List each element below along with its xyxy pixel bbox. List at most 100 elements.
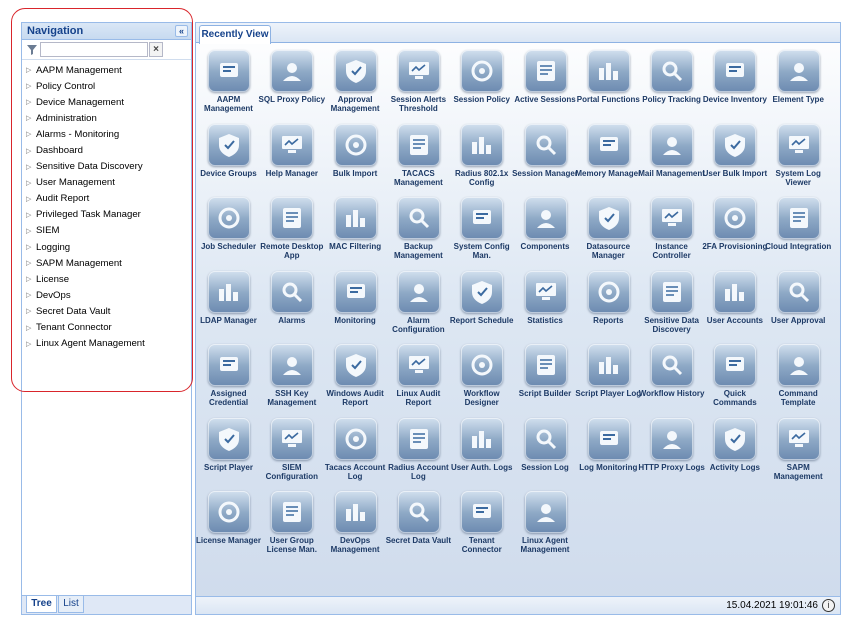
tile-button[interactable]: Session Manager xyxy=(512,120,578,192)
expand-arrow-icon[interactable]: ▷ xyxy=(26,243,36,251)
tile-button[interactable]: Session Alerts Threshold xyxy=(387,46,450,118)
nav-item[interactable]: ▷ SIEM xyxy=(22,223,191,239)
tile-button[interactable]: Active Sessions xyxy=(514,46,577,118)
tile-button[interactable]: MAC Filtering xyxy=(324,193,387,265)
nav-item[interactable]: ▷ Dashboard xyxy=(22,142,191,158)
tile-button[interactable]: Alarm Configuration xyxy=(387,267,450,339)
tile-button[interactable]: Linux Agent Management xyxy=(514,487,577,559)
tile-button[interactable]: HTTP Proxy Logs xyxy=(638,414,705,486)
nav-item[interactable]: ▷ DevOps xyxy=(22,287,191,303)
tile-button[interactable]: Device Groups xyxy=(197,120,260,192)
tile-button[interactable]: Secret Data Vault xyxy=(386,487,451,559)
tile-button[interactable]: Bulk Import xyxy=(324,120,387,192)
expand-arrow-icon[interactable]: ▷ xyxy=(26,195,36,203)
expand-arrow-icon[interactable]: ▷ xyxy=(26,291,36,299)
tile-button[interactable]: Sensitive Data Discovery xyxy=(640,267,703,339)
tile-button[interactable]: Reports xyxy=(577,267,640,339)
tile-button[interactable]: Device Inventory xyxy=(703,46,767,118)
tile-button[interactable]: 2FA Provisioning xyxy=(702,193,767,265)
tile-button[interactable]: User Bulk Import xyxy=(703,120,767,192)
nav-item[interactable]: ▷ Device Management xyxy=(22,94,191,110)
tile-button[interactable]: Script Player Log xyxy=(575,340,641,412)
tab-tree[interactable]: Tree xyxy=(26,596,57,613)
tile-button[interactable]: License Manager xyxy=(196,487,261,559)
expand-arrow-icon[interactable]: ▷ xyxy=(26,98,36,106)
expand-arrow-icon[interactable]: ▷ xyxy=(26,130,36,138)
expand-arrow-icon[interactable]: ▷ xyxy=(26,114,36,122)
tile-button[interactable]: Workflow Designer xyxy=(450,340,513,412)
tile-button[interactable]: SAPM Management xyxy=(767,414,830,486)
tile-button[interactable]: Activity Logs xyxy=(703,414,766,486)
nav-item[interactable]: ▷ Secret Data Vault xyxy=(22,303,191,319)
tile-button[interactable]: Element Type xyxy=(767,46,830,118)
tile-button[interactable]: Components xyxy=(514,193,577,265)
tile-button[interactable]: Cloud Integration xyxy=(765,193,831,265)
tile-button[interactable]: TACACS Management xyxy=(387,120,450,192)
tile-button[interactable]: DevOps Management xyxy=(324,487,387,559)
tile-button[interactable]: User Auth. Logs xyxy=(450,414,513,486)
tile-button[interactable]: Policy Tracking xyxy=(640,46,703,118)
expand-arrow-icon[interactable]: ▷ xyxy=(26,147,36,155)
tile-button[interactable]: User Approval xyxy=(767,267,830,339)
nav-item[interactable]: ▷ License xyxy=(22,271,191,287)
tile-button[interactable]: SQL Proxy Policy xyxy=(259,46,325,118)
tile-button[interactable]: Radius 802.1x Config xyxy=(450,120,513,192)
expand-arrow-icon[interactable]: ▷ xyxy=(26,259,36,267)
tile-button[interactable]: Remote Desktop App xyxy=(260,193,323,265)
tile-button[interactable]: SSH Key Management xyxy=(260,340,323,412)
tile-button[interactable]: Portal Functions xyxy=(577,46,640,118)
tile-button[interactable]: Instance Controller xyxy=(640,193,703,265)
tile-button[interactable]: Alarms xyxy=(260,267,323,339)
nav-item[interactable]: ▷ Tenant Connector xyxy=(22,320,191,336)
nav-item[interactable]: ▷ Sensitive Data Discovery xyxy=(22,159,191,175)
tile-button[interactable]: Job Scheduler xyxy=(197,193,260,265)
expand-arrow-icon[interactable]: ▷ xyxy=(26,163,36,171)
nav-item[interactable]: ▷ Logging xyxy=(22,239,191,255)
expand-arrow-icon[interactable]: ▷ xyxy=(26,66,36,74)
expand-arrow-icon[interactable]: ▷ xyxy=(26,275,36,283)
tile-button[interactable]: User Group License Man. xyxy=(260,487,323,559)
tile-button[interactable]: Session Log xyxy=(514,414,577,486)
nav-item[interactable]: ▷ AAPM Management xyxy=(22,62,191,78)
expand-arrow-icon[interactable]: ▷ xyxy=(26,82,36,90)
tile-button[interactable]: System Log Viewer xyxy=(767,120,830,192)
tile-button[interactable]: Report Schedule xyxy=(450,267,513,339)
tile-button[interactable]: Assigned Credential xyxy=(197,340,260,412)
tile-button[interactable]: System Config Man. xyxy=(450,193,513,265)
tile-button[interactable]: Help Manager xyxy=(260,120,323,192)
tile-button[interactable]: Linux Audit Report xyxy=(387,340,450,412)
tile-button[interactable]: Backup Management xyxy=(387,193,450,265)
nav-item[interactable]: ▷ SAPM Management xyxy=(22,255,191,271)
tile-button[interactable]: Memory Manager xyxy=(575,120,641,192)
tile-button[interactable]: Approval Management xyxy=(324,46,387,118)
expand-arrow-icon[interactable]: ▷ xyxy=(26,227,36,235)
tile-button[interactable]: Monitoring xyxy=(324,267,387,339)
expand-arrow-icon[interactable]: ▷ xyxy=(26,211,36,219)
tab-list[interactable]: List xyxy=(58,596,84,613)
tile-button[interactable]: Mail Management xyxy=(638,120,705,192)
tile-button[interactable]: SIEM Configuration xyxy=(260,414,323,486)
nav-item[interactable]: ▷ Privileged Task Manager xyxy=(22,207,191,223)
nav-item[interactable]: ▷ Policy Control xyxy=(22,78,191,94)
tile-button[interactable]: Session Policy xyxy=(450,46,513,118)
nav-item[interactable]: ▷ Administration xyxy=(22,110,191,126)
tile-button[interactable]: Workflow History xyxy=(639,340,704,412)
tile-button[interactable]: Command Template xyxy=(767,340,830,412)
tile-button[interactable]: LDAP Manager xyxy=(197,267,260,339)
tile-button[interactable]: Datasource Manager xyxy=(577,193,640,265)
tab-recently-view[interactable]: Recently View xyxy=(199,25,271,44)
tile-button[interactable]: Radius Account Log xyxy=(387,414,450,486)
tile-button[interactable]: User Accounts xyxy=(703,267,766,339)
expand-arrow-icon[interactable]: ▷ xyxy=(26,307,36,315)
tile-button[interactable]: Tenant Connector xyxy=(450,487,513,559)
tile-button[interactable]: Log Monitoring xyxy=(577,414,640,486)
tile-button[interactable]: Windows Audit Report xyxy=(324,340,387,412)
nav-item[interactable]: ▷ Audit Report xyxy=(22,191,191,207)
expand-arrow-icon[interactable]: ▷ xyxy=(26,340,36,348)
clear-filter-button[interactable]: × xyxy=(149,42,163,57)
filter-input[interactable] xyxy=(40,42,148,57)
nav-item[interactable]: ▷ Linux Agent Management xyxy=(22,336,191,352)
nav-item[interactable]: ▷ User Management xyxy=(22,175,191,191)
tile-button[interactable]: Quick Commands xyxy=(703,340,766,412)
tile-button[interactable]: Script Builder xyxy=(514,340,577,412)
